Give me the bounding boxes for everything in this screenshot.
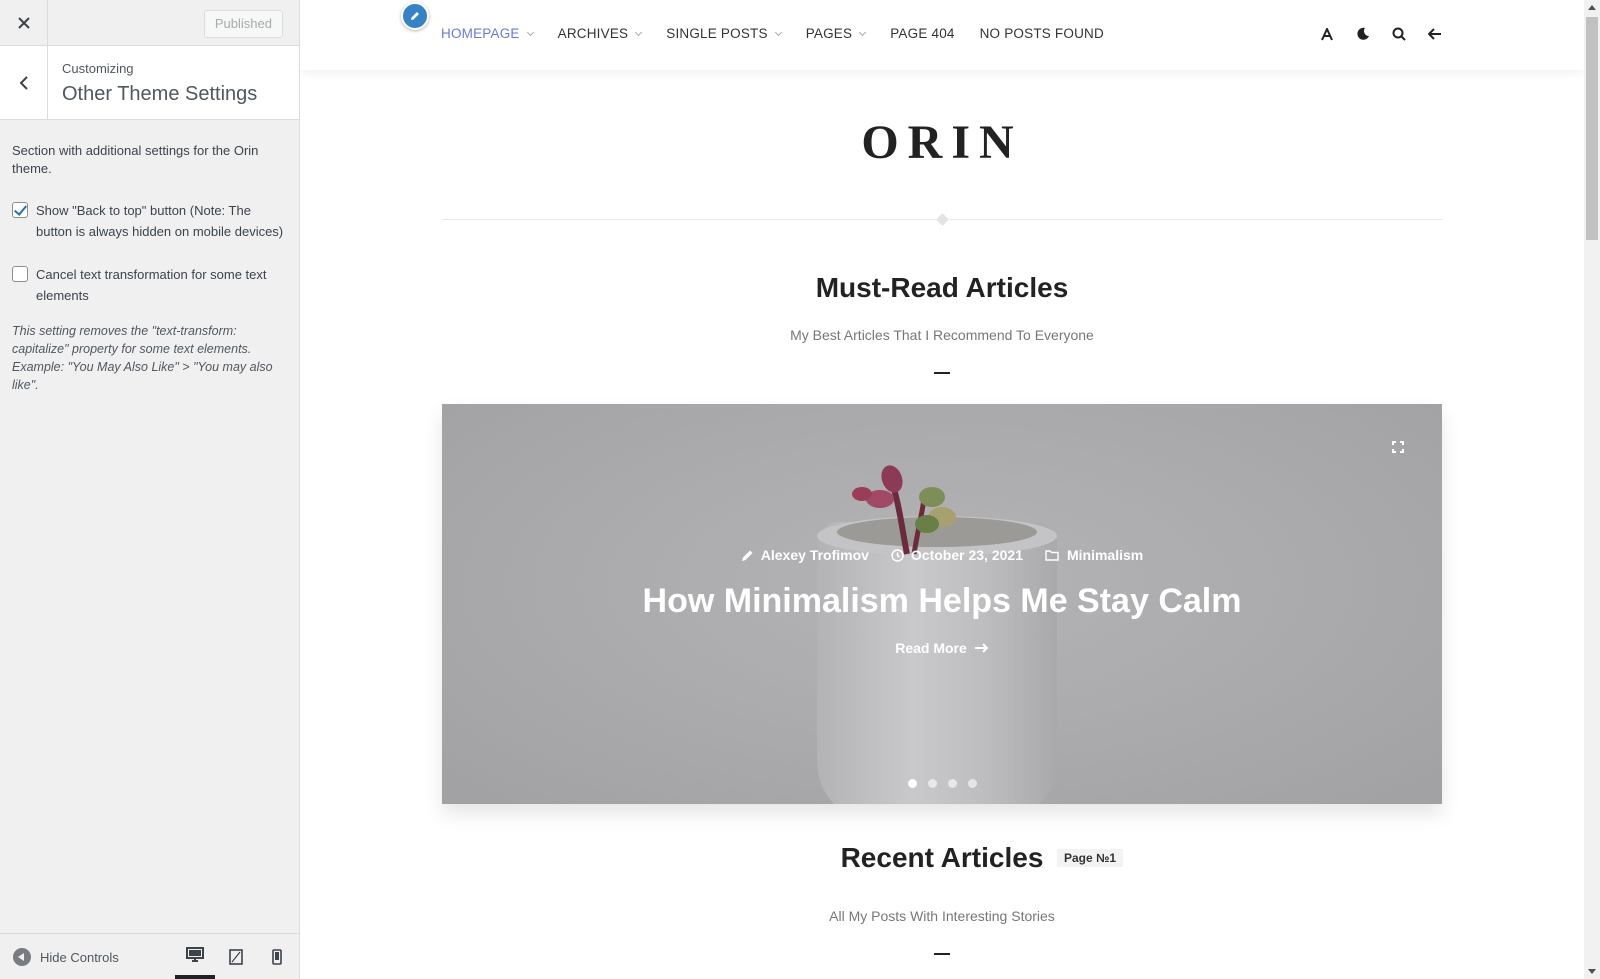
nav-item-archives[interactable]: Archives <box>558 26 643 41</box>
recent-section-subtitle: All My Posts With Interesting Stories <box>829 908 1055 924</box>
customizer-footer: Hide Controls <box>0 933 299 979</box>
plant-illustration <box>852 465 956 555</box>
slide-date: October 23, 2021 <box>891 547 1023 563</box>
mobile-icon <box>272 948 282 965</box>
divider-ornament <box>936 213 949 226</box>
option-note: This setting removes the "text-transform… <box>12 324 273 392</box>
scrollbar-thumb[interactable] <box>1586 17 1598 240</box>
nav-item-pages[interactable]: Pages <box>806 26 867 41</box>
dark-mode-icon[interactable] <box>1354 22 1372 46</box>
preview-tablet-button[interactable] <box>216 934 256 979</box>
section-content: Section with additional settings for the… <box>0 120 299 416</box>
read-more-link[interactable]: Read More <box>442 640 1442 656</box>
nav-item-homepage[interactable]: Homepage <box>441 26 534 41</box>
slider-dot[interactable] <box>967 779 977 788</box>
back-to-top-label[interactable]: Show "Back to top" button (Note: The but… <box>36 200 287 242</box>
preview-mobile-button[interactable] <box>257 934 297 979</box>
featured-section-subtitle: My Best Articles That I Recommend To Eve… <box>790 327 1094 343</box>
nav-item-single-posts[interactable]: Single Posts <box>666 26 782 41</box>
main-navigation: Homepage Archives Single Posts Pages Pag… <box>441 26 1129 41</box>
cancel-text-transform-option[interactable]: Cancel text transformation for some text… <box>12 264 287 306</box>
chevron-down-icon <box>526 28 534 36</box>
pencil-icon <box>741 550 753 561</box>
desktop-icon <box>186 946 204 962</box>
section-dash <box>934 953 950 955</box>
arrow-right-icon <box>974 643 989 653</box>
preview-scrollbar[interactable] <box>1584 0 1600 979</box>
chevron-down-icon <box>774 28 782 36</box>
customizer-sidebar: Published Customizing Other Theme Settin… <box>0 0 300 979</box>
sidebar-toggle-icon[interactable] <box>1426 22 1444 46</box>
featured-section-title: Must-Read Articles <box>815 272 1069 303</box>
font-size-icon[interactable] <box>1318 22 1336 46</box>
cancel-text-transform-label[interactable]: Cancel text transformation for some text… <box>36 264 287 306</box>
chevron-left-icon <box>19 75 28 90</box>
page-number-badge: Page №1 <box>1057 849 1124 867</box>
slide-image-pot <box>817 522 1057 804</box>
fullscreen-icon[interactable] <box>1392 440 1404 458</box>
pencil-icon <box>411 12 419 20</box>
slide-title[interactable]: How Minimalism Helps Me Stay Calm <box>442 582 1442 621</box>
back-button[interactable] <box>0 46 48 119</box>
site-preview: Homepage Archives Single Posts Pages Pag… <box>300 0 1584 979</box>
back-to-top-option[interactable]: Show "Back to top" button (Note: The but… <box>12 200 287 242</box>
slide-meta: Alexey Trofimov October 23, 2021 Minimal… <box>442 547 1442 563</box>
tablet-icon <box>229 948 243 965</box>
clock-icon <box>891 548 904 562</box>
cancel-text-transform-checkbox[interactable] <box>12 266 28 282</box>
search-icon[interactable] <box>1390 22 1408 46</box>
section-description: Section with additional settings for the… <box>12 143 259 176</box>
slider-pagination <box>442 779 1442 788</box>
hide-controls-button[interactable]: Hide Controls <box>13 948 119 966</box>
folder-icon <box>1045 550 1059 561</box>
section-header: Customizing Other Theme Settings <box>0 46 299 120</box>
slider-dot[interactable] <box>927 779 937 788</box>
close-icon <box>17 16 30 29</box>
customizer-header-actions: Published <box>0 0 299 46</box>
header-icons <box>1318 22 1444 46</box>
nav-item-no-posts-found[interactable]: No Posts Found <box>980 26 1104 41</box>
chevron-down-icon <box>635 28 643 36</box>
site-logo-title[interactable]: ORIN <box>300 115 1584 170</box>
slider-dot[interactable] <box>947 779 957 788</box>
nav-item-page-404[interactable]: Page 404 <box>890 26 954 41</box>
preview-desktop-button[interactable] <box>175 934 215 979</box>
section-title: Other Theme Settings <box>62 83 258 105</box>
slide-author[interactable]: Alexey Trofimov <box>741 547 869 563</box>
publish-button[interactable]: Published <box>203 10 283 38</box>
site-header: Homepage Archives Single Posts Pages Pag… <box>300 0 1584 70</box>
featured-slider[interactable]: Alexey Trofimov October 23, 2021 Minimal… <box>442 404 1442 804</box>
hide-controls-label: Hide Controls <box>40 949 119 965</box>
customizing-label: Customizing <box>62 61 134 76</box>
slider-dot[interactable] <box>907 779 917 788</box>
scroll-up-arrow[interactable] <box>1588 5 1596 10</box>
edit-shortcut-button[interactable] <box>401 2 429 30</box>
back-to-top-checkbox[interactable] <box>12 202 28 218</box>
close-customizer-button[interactable] <box>0 0 48 45</box>
scroll-down-arrow[interactable] <box>1588 969 1596 974</box>
recent-section-title: Recent Articles <box>840 842 1044 873</box>
section-dash <box>934 372 950 374</box>
collapse-icon <box>13 948 31 966</box>
slide-category[interactable]: Minimalism <box>1045 547 1143 563</box>
chevron-down-icon <box>859 28 867 36</box>
